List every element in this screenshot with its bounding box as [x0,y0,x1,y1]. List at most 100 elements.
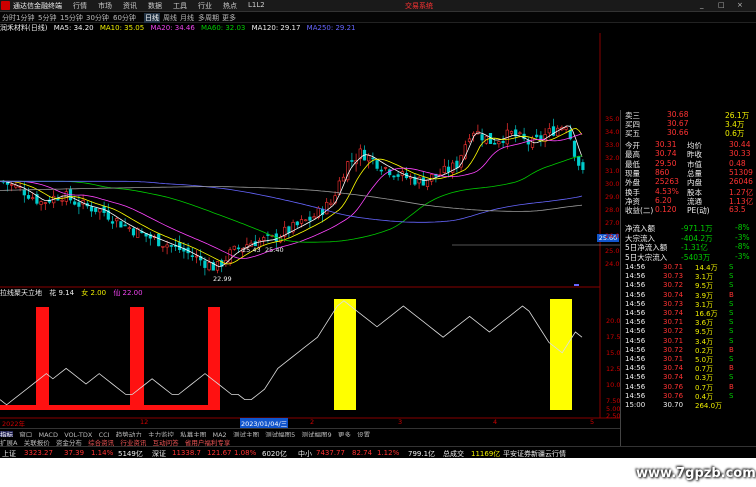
candle-body [22,189,26,196]
zx-price: 7437.77 [316,449,345,457]
annotation-1: 25.43 [242,246,261,254]
kline-chart[interactable] [0,0,620,428]
candle-body [304,219,308,222]
candle-body [383,167,388,169]
ma20-line [0,133,583,260]
sz-change: 121.67 [207,449,232,457]
candle-body [157,233,161,247]
candle-body [379,169,383,172]
tick-row: 14:56 30.73 3.1万 S [625,299,734,309]
candle-body [581,162,585,170]
yellow-signal-bar [550,299,572,410]
candle-body [430,174,434,182]
red-base-bar [0,405,220,410]
indicator-legend: 拉线聚天立地 花 9.14 女 2.00 仙 22.00 [0,288,590,298]
minimize-icon[interactable]: _ [700,1,704,9]
yellow-signal-bar [334,299,356,410]
candle-body [299,219,304,224]
candle-body [371,157,375,160]
candle-body [161,245,165,248]
tick-row: 15:00 30.70 264.0万 [625,401,723,410]
candle-body [467,138,472,142]
tick-row: 14:56 30.74 16.6万 S [625,309,734,318]
candle-body [169,245,173,247]
ask-row: 买五 30.66 0.6万 [625,128,745,138]
ma5-line [0,125,583,268]
candle-body [480,134,484,141]
candle-body [564,127,568,130]
candle-body [556,127,560,137]
candle-body [64,191,68,202]
tick-row: 14:56 30.72 0.2万 B [625,345,734,355]
date-tick: 4 [493,418,498,426]
tick-row: 14:56 30.74 0.3万 S [625,373,734,383]
ma60-line [0,155,583,243]
candle-body [10,184,14,186]
tick-row: 14:56 30.76 0.7万 B [625,382,734,392]
ma10-line [0,127,583,265]
candle-body [350,160,354,162]
date-axis: 2022年 12 2023/01/04/三 2 3 4 5 [0,418,620,428]
candle-body [73,201,77,205]
watermark: www.7gpzb.com [636,466,756,481]
candle-body [392,175,396,178]
indicator-marker [574,284,579,286]
candle-body [43,202,47,204]
candlestick-series [1,118,585,276]
candle-body [375,160,379,169]
tick-row: 14:56 30.71 5.0万 S [625,355,734,364]
zx-change: 82.74 [352,449,373,457]
indicator-line [0,300,583,406]
candle-body [89,206,94,212]
date-tick: 2 [310,418,315,426]
flow-row: 大宗流入 -404.2万 -3% [625,232,750,243]
tick-row: 14:56 30.72 9.5万 S [625,281,734,291]
flow-row: 5日大宗流入 -5403万 -3% [625,251,750,262]
indicator-flower: 花 9.14 [49,289,75,297]
candle-body [77,202,81,207]
candle-body [455,160,459,169]
flow-row: 净流入额 -971.1万 -8% [625,223,750,233]
flow-row: 5日净流入额 -1.31亿 -8% [625,242,750,252]
sh-change: 37.39 [64,449,85,457]
candle-body [115,218,119,222]
candle-body [572,140,577,157]
date-tick: 5 [590,418,595,426]
candle-body [312,216,316,219]
red-signal-bar [36,307,49,410]
candle-body [127,227,131,230]
quote-panel: 卖三 30.68 26.1万 买四 30.67 3.4万 买五 30.66 0.… [620,110,756,446]
candle-body [577,156,581,166]
sh-price: 3323.27 [24,449,53,457]
candle-body [98,208,102,213]
annotation-2: 25.40 [265,246,284,254]
candle-body [396,174,400,177]
candle-body [518,132,522,135]
indicator-tick: 7.50 [606,397,621,405]
candle-body [425,179,430,187]
indicator-bars [0,284,579,410]
candle-body [207,262,211,271]
candle-body [547,128,551,134]
low-annotation: 22.99 [213,275,232,283]
date-tick: 2022年 [2,420,26,428]
indicator-tab-bar: 指标 窗口 MACD VOL-TDX CCI 趋势动力 主力监控 私募主图 MA… [0,428,620,439]
candle-body [262,237,266,241]
candle-body [325,201,329,215]
candle-body [236,247,241,250]
ma-lines [0,125,583,268]
candle-body [178,242,182,250]
maximize-icon[interactable]: □ [718,1,725,9]
candle-body [110,221,115,224]
candle-body [123,224,127,227]
red-signal-bar [208,307,220,410]
candle-body [165,244,169,248]
info-tab-bar: 扩展A 关联报价 资金分布 综合资讯 行业资讯 互动问答 省用户福利专享 [0,437,620,447]
tick-row: 14:56 30.76 0.4万 S [625,391,734,401]
indicator-name[interactable]: 拉线聚天立地 [0,289,42,297]
tick-row: 14:56 30.73 3.1万 S [625,272,734,282]
candle-body [94,207,98,212]
candle-body [501,140,505,143]
close-icon[interactable]: × [737,1,743,9]
candle-body [497,141,501,145]
